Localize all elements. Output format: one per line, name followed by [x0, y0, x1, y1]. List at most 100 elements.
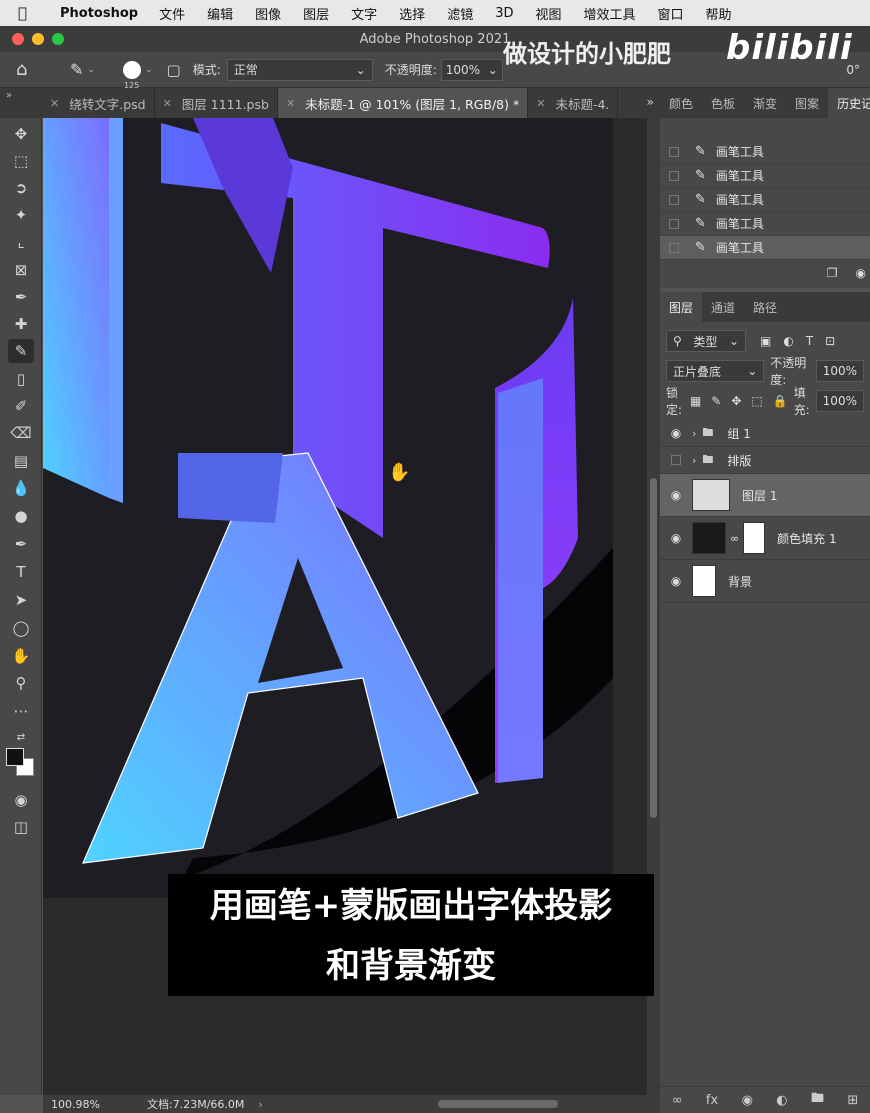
chevron-right-icon[interactable]: › — [692, 427, 696, 440]
history-item[interactable]: ✎ 画笔工具 — [660, 140, 870, 164]
fill-input[interactable]: 100% — [815, 390, 864, 412]
eyedropper-tool-icon[interactable]: ✒ — [8, 285, 34, 309]
tab-paths[interactable]: 路径 — [744, 292, 786, 322]
lock-image-icon[interactable]: ✎ — [711, 394, 721, 408]
history-snapshot-checkbox[interactable] — [669, 146, 679, 157]
brush-settings-icon[interactable]: ▢ — [167, 61, 181, 79]
eye-icon[interactable]: ◉ — [660, 531, 692, 545]
crop-tool-icon[interactable]: ⌞ — [8, 230, 34, 254]
lock-all-icon[interactable]: 🔒 — [773, 394, 788, 408]
history-snapshot-checkbox[interactable] — [669, 242, 679, 253]
more-tools-icon[interactable]: ⋯ — [8, 699, 34, 723]
shape-filter-icon[interactable]: ⊡ — [825, 334, 835, 348]
adjustment-layer-icon[interactable]: ◐ — [776, 1093, 787, 1108]
home-icon[interactable]: ⌂ — [16, 59, 44, 80]
menu-image[interactable]: 图像 — [255, 4, 281, 23]
eye-icon[interactable]: ◉ — [660, 488, 692, 502]
layer-row-pixel-selected[interactable]: ◉ 图层 1 — [660, 474, 870, 517]
menu-filter[interactable]: 滤镜 — [447, 4, 473, 23]
horizontal-scroll-thumb[interactable] — [438, 1100, 558, 1108]
menu-select[interactable]: 选择 — [399, 4, 425, 23]
screen-mode-icon[interactable]: ◫ — [8, 815, 34, 839]
swap-colors-icon[interactable]: ⇄ — [8, 725, 34, 749]
menu-layer[interactable]: 图层 — [303, 4, 329, 23]
zoom-level[interactable]: 100.98% — [51, 1098, 147, 1111]
menu-window[interactable]: 窗口 — [658, 4, 684, 23]
pen-tool-icon[interactable]: ✒ — [8, 532, 34, 556]
ellipse-tool-icon[interactable]: ◯ — [8, 616, 34, 640]
history-snapshot-checkbox[interactable] — [669, 194, 679, 205]
menu-type[interactable]: 文字 — [351, 4, 377, 23]
menu-view[interactable]: 视图 — [535, 4, 561, 23]
lock-artboard-icon[interactable]: ⬚ — [751, 394, 762, 408]
layer-row-group-1[interactable]: ◉ › 🖿 组 1 — [660, 420, 870, 447]
layer-row-group-2[interactable]: › 🖿 排版 — [660, 447, 870, 474]
healing-brush-tool-icon[interactable]: ✚ — [8, 312, 34, 336]
expand-panel-icon[interactable]: » — [0, 88, 42, 118]
new-group-icon[interactable]: 🖿 — [811, 1089, 824, 1111]
camera-icon[interactable]: ◉ — [856, 266, 866, 280]
tab-color[interactable]: 颜色 — [660, 88, 702, 118]
adjustment-filter-icon[interactable]: ◐ — [783, 334, 793, 348]
quick-mask-icon[interactable]: ◉ — [8, 788, 34, 812]
menu-plugins[interactable]: 增效工具 — [584, 4, 636, 23]
path-selection-tool-icon[interactable]: ➤ — [8, 588, 34, 612]
menu-app-name[interactable]: Photoshop — [60, 6, 138, 21]
eye-icon[interactable]: ◉ — [660, 574, 692, 588]
blend-mode-select[interactable]: 正片叠底 ⌄ — [666, 360, 765, 382]
marquee-tool-icon[interactable]: ⬚ — [8, 149, 34, 173]
frame-tool-icon[interactable]: ⊠ — [8, 258, 34, 282]
menu-help[interactable]: 帮助 — [706, 4, 732, 23]
history-snapshot-checkbox[interactable] — [669, 170, 679, 181]
eraser-tool-icon[interactable]: ⌫ — [8, 421, 34, 445]
lock-transparent-icon[interactable]: ▦ — [690, 394, 701, 408]
new-layer-icon[interactable]: ⊞ — [847, 1093, 858, 1108]
blur-tool-icon[interactable]: 💧 — [8, 476, 34, 500]
layer-filter-select[interactable]: ⚲ 类型 ⌄ — [666, 330, 746, 352]
tab-layers[interactable]: 图层 — [660, 292, 703, 322]
menu-file[interactable]: 文件 — [159, 4, 185, 23]
history-item-current[interactable]: ✎ 画笔工具 — [660, 236, 870, 260]
brush-preset-icon[interactable]: ✎ — [70, 60, 83, 79]
dodge-tool-icon[interactable]: ● — [8, 504, 34, 528]
chevron-down-icon[interactable]: ⌄ — [87, 65, 95, 75]
tab-document-2[interactable]: ✕ 图层 1111.psb — [155, 88, 278, 118]
lock-position-icon[interactable]: ✥ — [731, 394, 741, 408]
layer-opacity-input[interactable]: 100% — [815, 360, 864, 382]
chevron-right-icon[interactable]: › — [258, 1098, 262, 1111]
visibility-toggle-off[interactable] — [671, 455, 681, 465]
opacity-input[interactable]: 100% ⌄ — [440, 58, 503, 81]
mask-thumbnail[interactable] — [743, 522, 766, 554]
mode-select[interactable]: 正常 ⌄ — [226, 58, 373, 81]
clone-stamp-tool-icon[interactable]: ▯ — [8, 367, 34, 391]
chevron-down-icon[interactable]: ⌄ — [145, 65, 153, 75]
magic-wand-tool-icon[interactable]: ✦ — [8, 203, 34, 227]
history-item[interactable]: ✎ 画笔工具 — [660, 188, 870, 212]
close-icon[interactable]: ✕ — [286, 97, 295, 110]
tab-channels[interactable]: 通道 — [702, 292, 744, 322]
link-layers-icon[interactable]: ∞ — [672, 1093, 683, 1108]
tab-gradients[interactable]: 渐变 — [744, 88, 786, 118]
gradient-tool-icon[interactable]: ▤ — [8, 449, 34, 473]
brush-size-picker[interactable]: 125 — [122, 60, 141, 90]
type-filter-icon[interactable]: T — [806, 334, 813, 348]
tab-swatches[interactable]: 色板 — [702, 88, 744, 118]
link-icon[interactable]: ∞ — [730, 532, 739, 545]
hand-tool-icon[interactable]: ✋ — [8, 644, 34, 668]
add-mask-icon[interactable]: ◉ — [742, 1093, 753, 1108]
menu-3d[interactable]: 3D — [495, 6, 513, 21]
history-snapshot-checkbox[interactable] — [669, 218, 679, 229]
layer-row-fill[interactable]: ◉ ∞ 颜色填充 1 — [660, 517, 870, 560]
eye-icon[interactable]: ◉ — [660, 426, 692, 440]
foreground-color-swatch[interactable] — [6, 748, 24, 766]
brush-tool-icon[interactable]: ✎ — [8, 339, 34, 363]
apple-icon[interactable]:  — [18, 4, 40, 22]
pixel-filter-icon[interactable]: ▣ — [760, 334, 771, 348]
chevron-right-icon[interactable]: › — [692, 454, 696, 467]
close-icon[interactable]: ✕ — [163, 97, 172, 110]
zoom-tool-icon[interactable]: ⚲ — [8, 671, 34, 695]
fx-icon[interactable]: fx — [706, 1093, 718, 1108]
tab-history[interactable]: 历史记录 — [828, 88, 870, 118]
tab-document-4[interactable]: ✕ 未标题-4. — [528, 88, 619, 118]
close-icon[interactable]: ✕ — [50, 97, 59, 110]
